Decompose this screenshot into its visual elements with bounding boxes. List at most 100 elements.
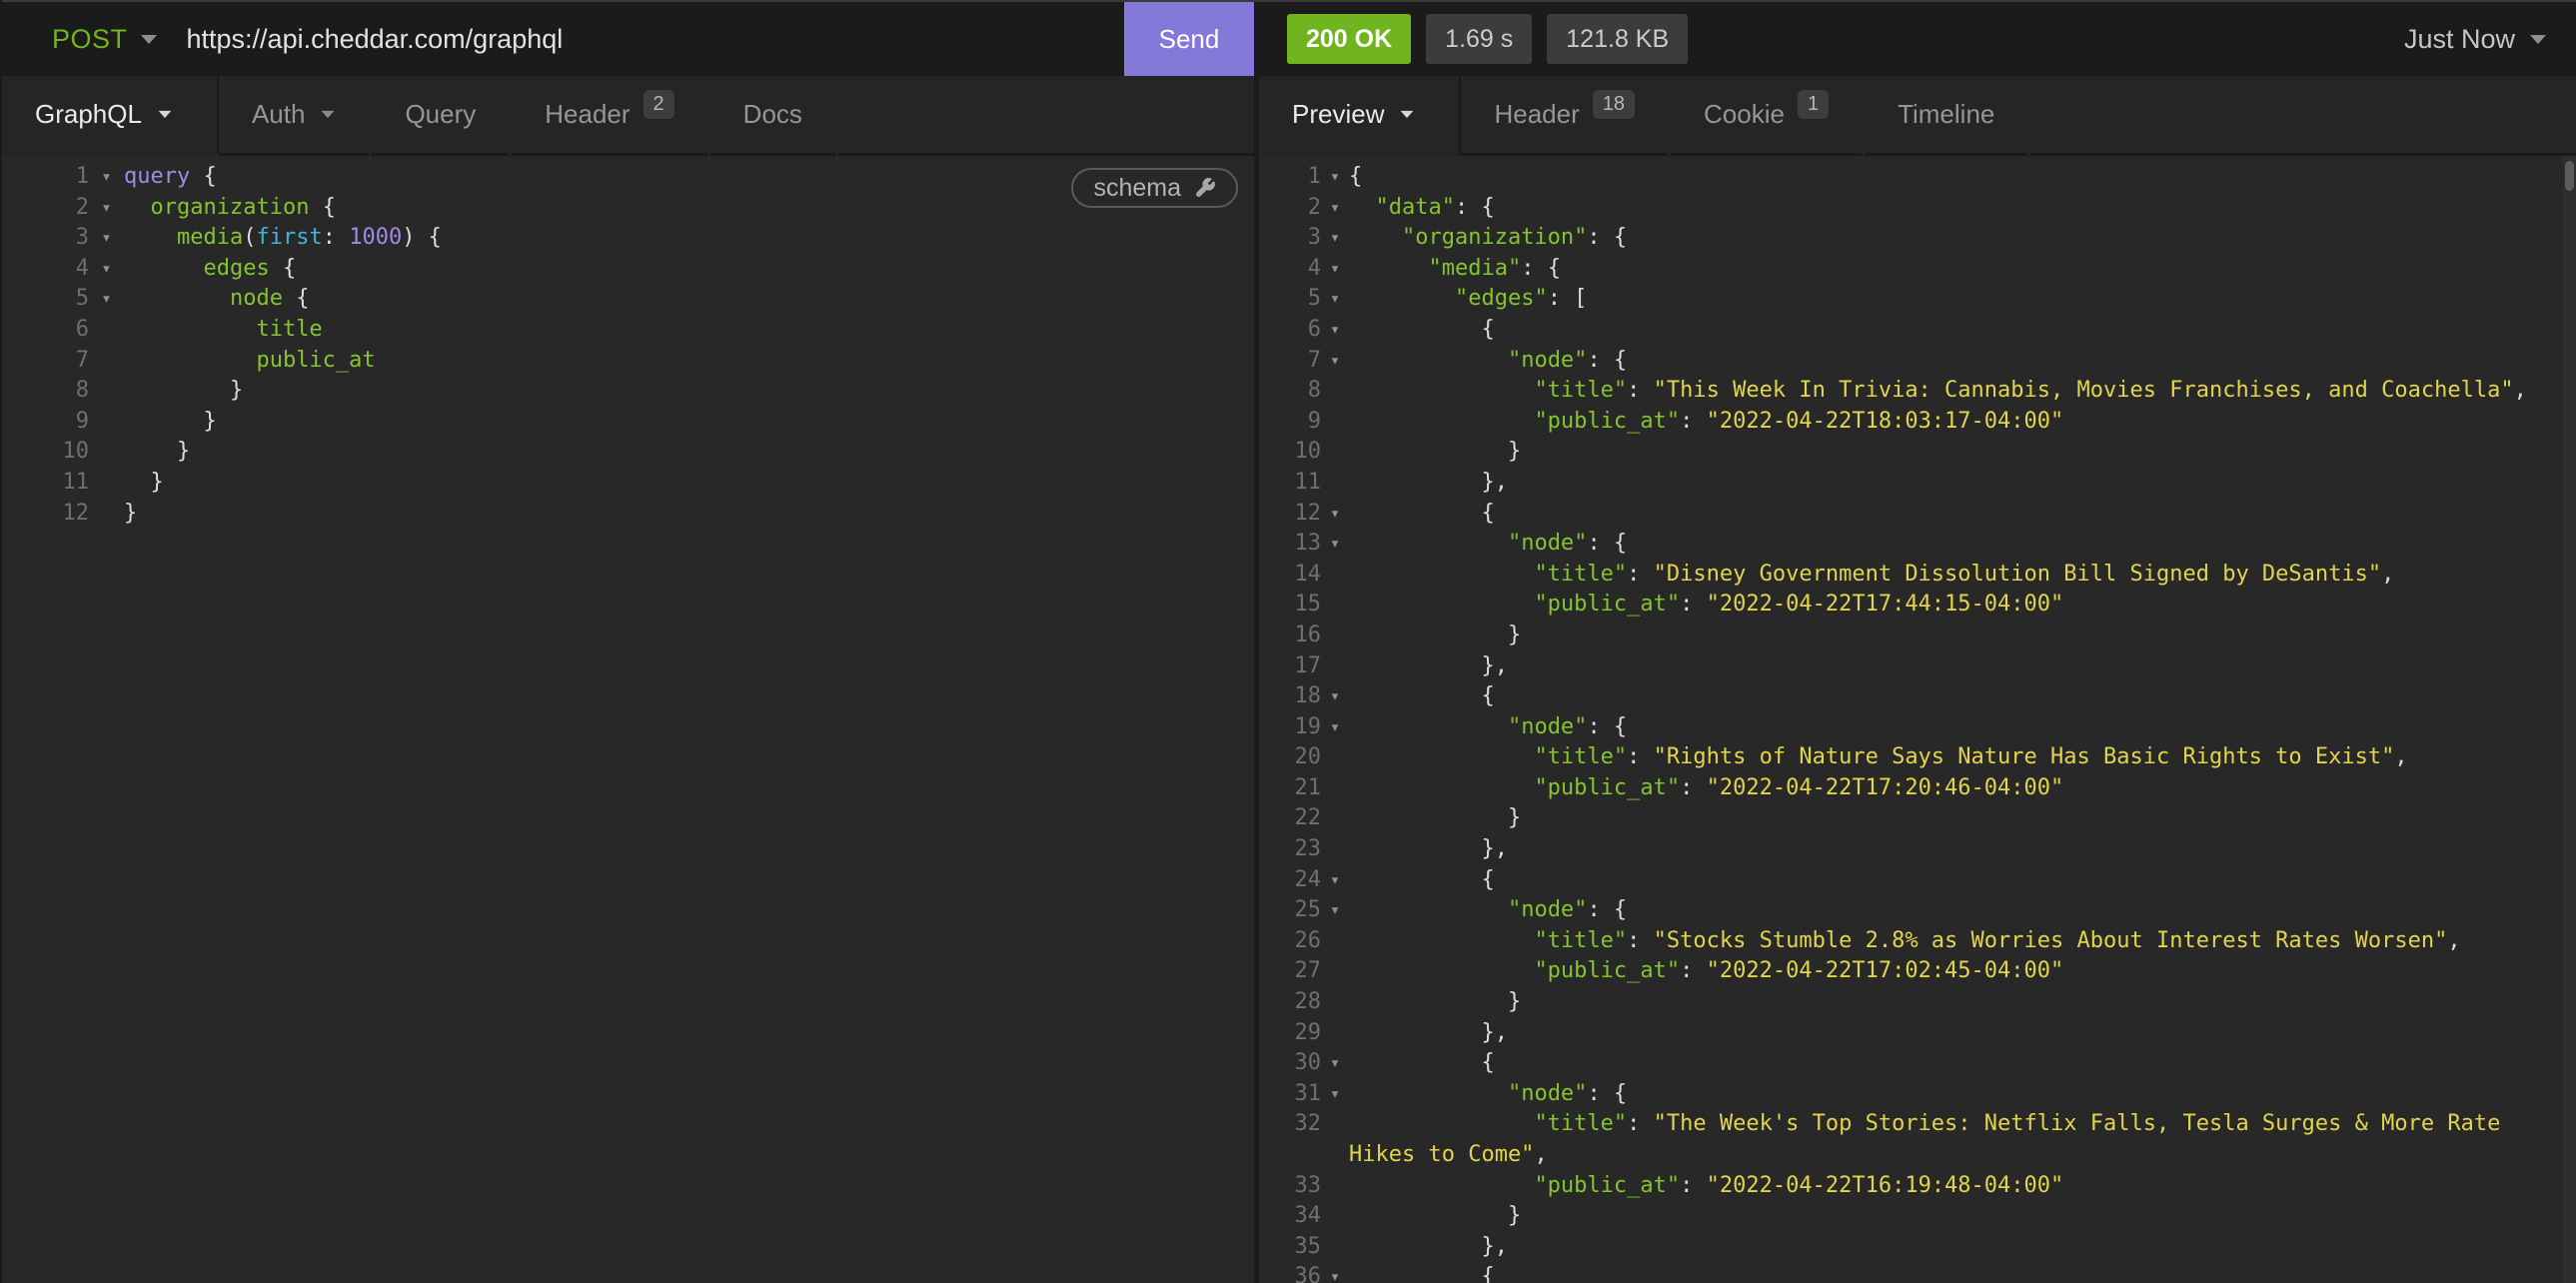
code-row: 1▾query { xyxy=(2,162,1254,193)
code-token: title xyxy=(256,317,322,342)
fold-arrow-icon[interactable]: ▾ xyxy=(1321,1048,1349,1079)
code-token: { xyxy=(270,256,297,281)
line-number: 12 xyxy=(2,499,89,530)
line-number: 9 xyxy=(1259,407,1321,438)
code-token: "2022-04-22T17:44:15-04:00" xyxy=(1707,592,2064,617)
fold-arrow-icon[interactable]: ▾ xyxy=(89,284,124,315)
tab-header[interactable]: Header2 xyxy=(512,76,706,156)
tab-cookie[interactable]: Cookie1 xyxy=(1671,76,1862,156)
fold-arrow-icon[interactable]: ▾ xyxy=(1321,681,1349,712)
fold-gutter xyxy=(89,468,124,499)
code-line: }, xyxy=(1349,1232,2576,1263)
fold-gutter xyxy=(1321,1018,1349,1049)
fold-arrow-icon[interactable]: ▾ xyxy=(1321,223,1349,254)
fold-arrow-icon[interactable]: ▾ xyxy=(1321,1262,1349,1283)
status-badge: 200 OK xyxy=(1287,14,1411,64)
fold-arrow-icon[interactable]: ▾ xyxy=(1321,712,1349,743)
fold-arrow-icon[interactable]: ▾ xyxy=(1321,162,1349,193)
line-number: 7 xyxy=(2,346,89,377)
code-token: : xyxy=(1680,1173,1707,1198)
fold-arrow-icon[interactable]: ▾ xyxy=(1321,284,1349,315)
code-token: "2022-04-22T18:03:17-04:00" xyxy=(1707,409,2064,434)
code-row: 9 } xyxy=(2,407,1254,438)
fold-arrow-icon[interactable]: ▾ xyxy=(1321,499,1349,530)
fold-arrow-icon[interactable]: ▾ xyxy=(1321,529,1349,560)
fold-arrow-icon[interactable]: ▾ xyxy=(89,162,124,193)
scrollbar-track[interactable] xyxy=(2563,156,2576,1283)
tab-label: Header xyxy=(545,99,630,130)
fold-arrow-icon[interactable]: ▾ xyxy=(1321,865,1349,896)
fold-arrow-icon[interactable]: ▾ xyxy=(1321,315,1349,346)
code-token: "title" xyxy=(1534,562,1627,587)
code-row: 29 }, xyxy=(1259,1018,2576,1049)
code-token: "public_at" xyxy=(1534,775,1680,800)
fold-arrow-icon[interactable]: ▾ xyxy=(89,193,124,224)
code-token: }, xyxy=(1481,1234,1508,1259)
code-row: 8 } xyxy=(2,376,1254,407)
code-token: media xyxy=(177,225,243,250)
response-tab-bar: PreviewHeader18Cookie1Timeline xyxy=(1259,76,2576,156)
fold-gutter xyxy=(1321,926,1349,957)
code-line: media(first: 1000) { xyxy=(124,223,1254,254)
code-token: , xyxy=(2381,562,2394,587)
tab-label: Cookie xyxy=(1704,99,1785,130)
response-preview-editor[interactable]: 1▾{2▾ "data": {3▾ "organization": {4▾ "m… xyxy=(1259,156,2576,1283)
code-row: 8 "title": "This Week In Trivia: Cannabi… xyxy=(1259,376,2576,407)
code-row: 16 } xyxy=(1259,621,2576,651)
code-line: public_at xyxy=(124,346,1254,377)
url-input[interactable]: https://api.cheddar.com/graphql xyxy=(187,24,1124,55)
fold-arrow-icon[interactable]: ▾ xyxy=(1321,346,1349,377)
code-row: 6 title xyxy=(2,315,1254,346)
schema-button[interactable]: schema xyxy=(1071,168,1238,208)
code-token: } xyxy=(230,378,243,403)
code-token: : [ xyxy=(1548,286,1588,311)
code-token: , xyxy=(1534,1142,1547,1167)
code-line: "title": "Rights of Nature Says Nature H… xyxy=(1349,742,2576,773)
tab-graphql[interactable]: GraphQL xyxy=(2,76,219,156)
code-row: 2▾ "data": { xyxy=(1259,193,2576,224)
line-number: 9 xyxy=(2,407,89,438)
code-token: : { xyxy=(1587,225,1627,250)
tab-preview[interactable]: Preview xyxy=(1259,76,1461,156)
fold-arrow-icon[interactable]: ▾ xyxy=(89,254,124,285)
fold-arrow-icon[interactable]: ▾ xyxy=(1321,193,1349,224)
fold-arrow-icon[interactable]: ▾ xyxy=(1321,1079,1349,1110)
tab-query[interactable]: Query xyxy=(372,76,509,156)
code-line: "edges": [ xyxy=(1349,284,2576,315)
method-dropdown[interactable]: POST xyxy=(52,24,157,55)
code-token: "media" xyxy=(1428,256,1521,281)
fold-arrow-icon[interactable]: ▾ xyxy=(1321,254,1349,285)
response-meta-bar: 200 OK 1.69 s 121.8 KB Just Now xyxy=(1254,2,2576,76)
response-history-dropdown[interactable]: Just Now xyxy=(2404,24,2546,55)
code-row: 15 "public_at": "2022-04-22T17:44:15-04:… xyxy=(1259,590,2576,621)
chevron-down-icon xyxy=(159,111,172,118)
code-row: 30▾ { xyxy=(1259,1048,2576,1079)
code-row: 7▾ "node": { xyxy=(1259,346,2576,377)
code-token: { xyxy=(1481,867,1494,892)
fold-gutter xyxy=(89,315,124,346)
graphql-query-editor[interactable]: schema 1▾query {2▾ organization {3▾ medi… xyxy=(2,156,1254,1283)
tab-timeline[interactable]: Timeline xyxy=(1865,76,2027,156)
code-row: 27 "public_at": "2022-04-22T17:02:45-04:… xyxy=(1259,956,2576,987)
fold-arrow-icon[interactable]: ▾ xyxy=(89,223,124,254)
tab-docs[interactable]: Docs xyxy=(710,76,835,156)
tab-header[interactable]: Header18 xyxy=(1461,76,1668,156)
send-button[interactable]: Send xyxy=(1124,2,1254,76)
fold-arrow-icon[interactable]: ▾ xyxy=(1321,895,1349,926)
scrollbar-thumb[interactable] xyxy=(2565,161,2574,191)
code-token: node xyxy=(230,286,283,311)
code-token: "Rights of Nature Says Nature Has Basic … xyxy=(1654,744,2395,769)
code-token: : { xyxy=(1587,531,1627,556)
line-number: 25 xyxy=(1259,895,1321,926)
line-number: 21 xyxy=(1259,773,1321,804)
tab-bar-filler xyxy=(2030,76,2576,156)
code-row: 4▾ "media": { xyxy=(1259,254,2576,285)
tab-auth[interactable]: Auth xyxy=(219,76,370,156)
code-token: : { xyxy=(1587,348,1627,373)
code-row: 24▾ { xyxy=(1259,865,2576,896)
line-number: 34 xyxy=(1259,1201,1321,1232)
code-token: }, xyxy=(1481,1020,1508,1045)
code-token: "public_at" xyxy=(1534,592,1680,617)
code-token: : xyxy=(1627,1111,1654,1136)
code-token: } xyxy=(203,409,216,434)
